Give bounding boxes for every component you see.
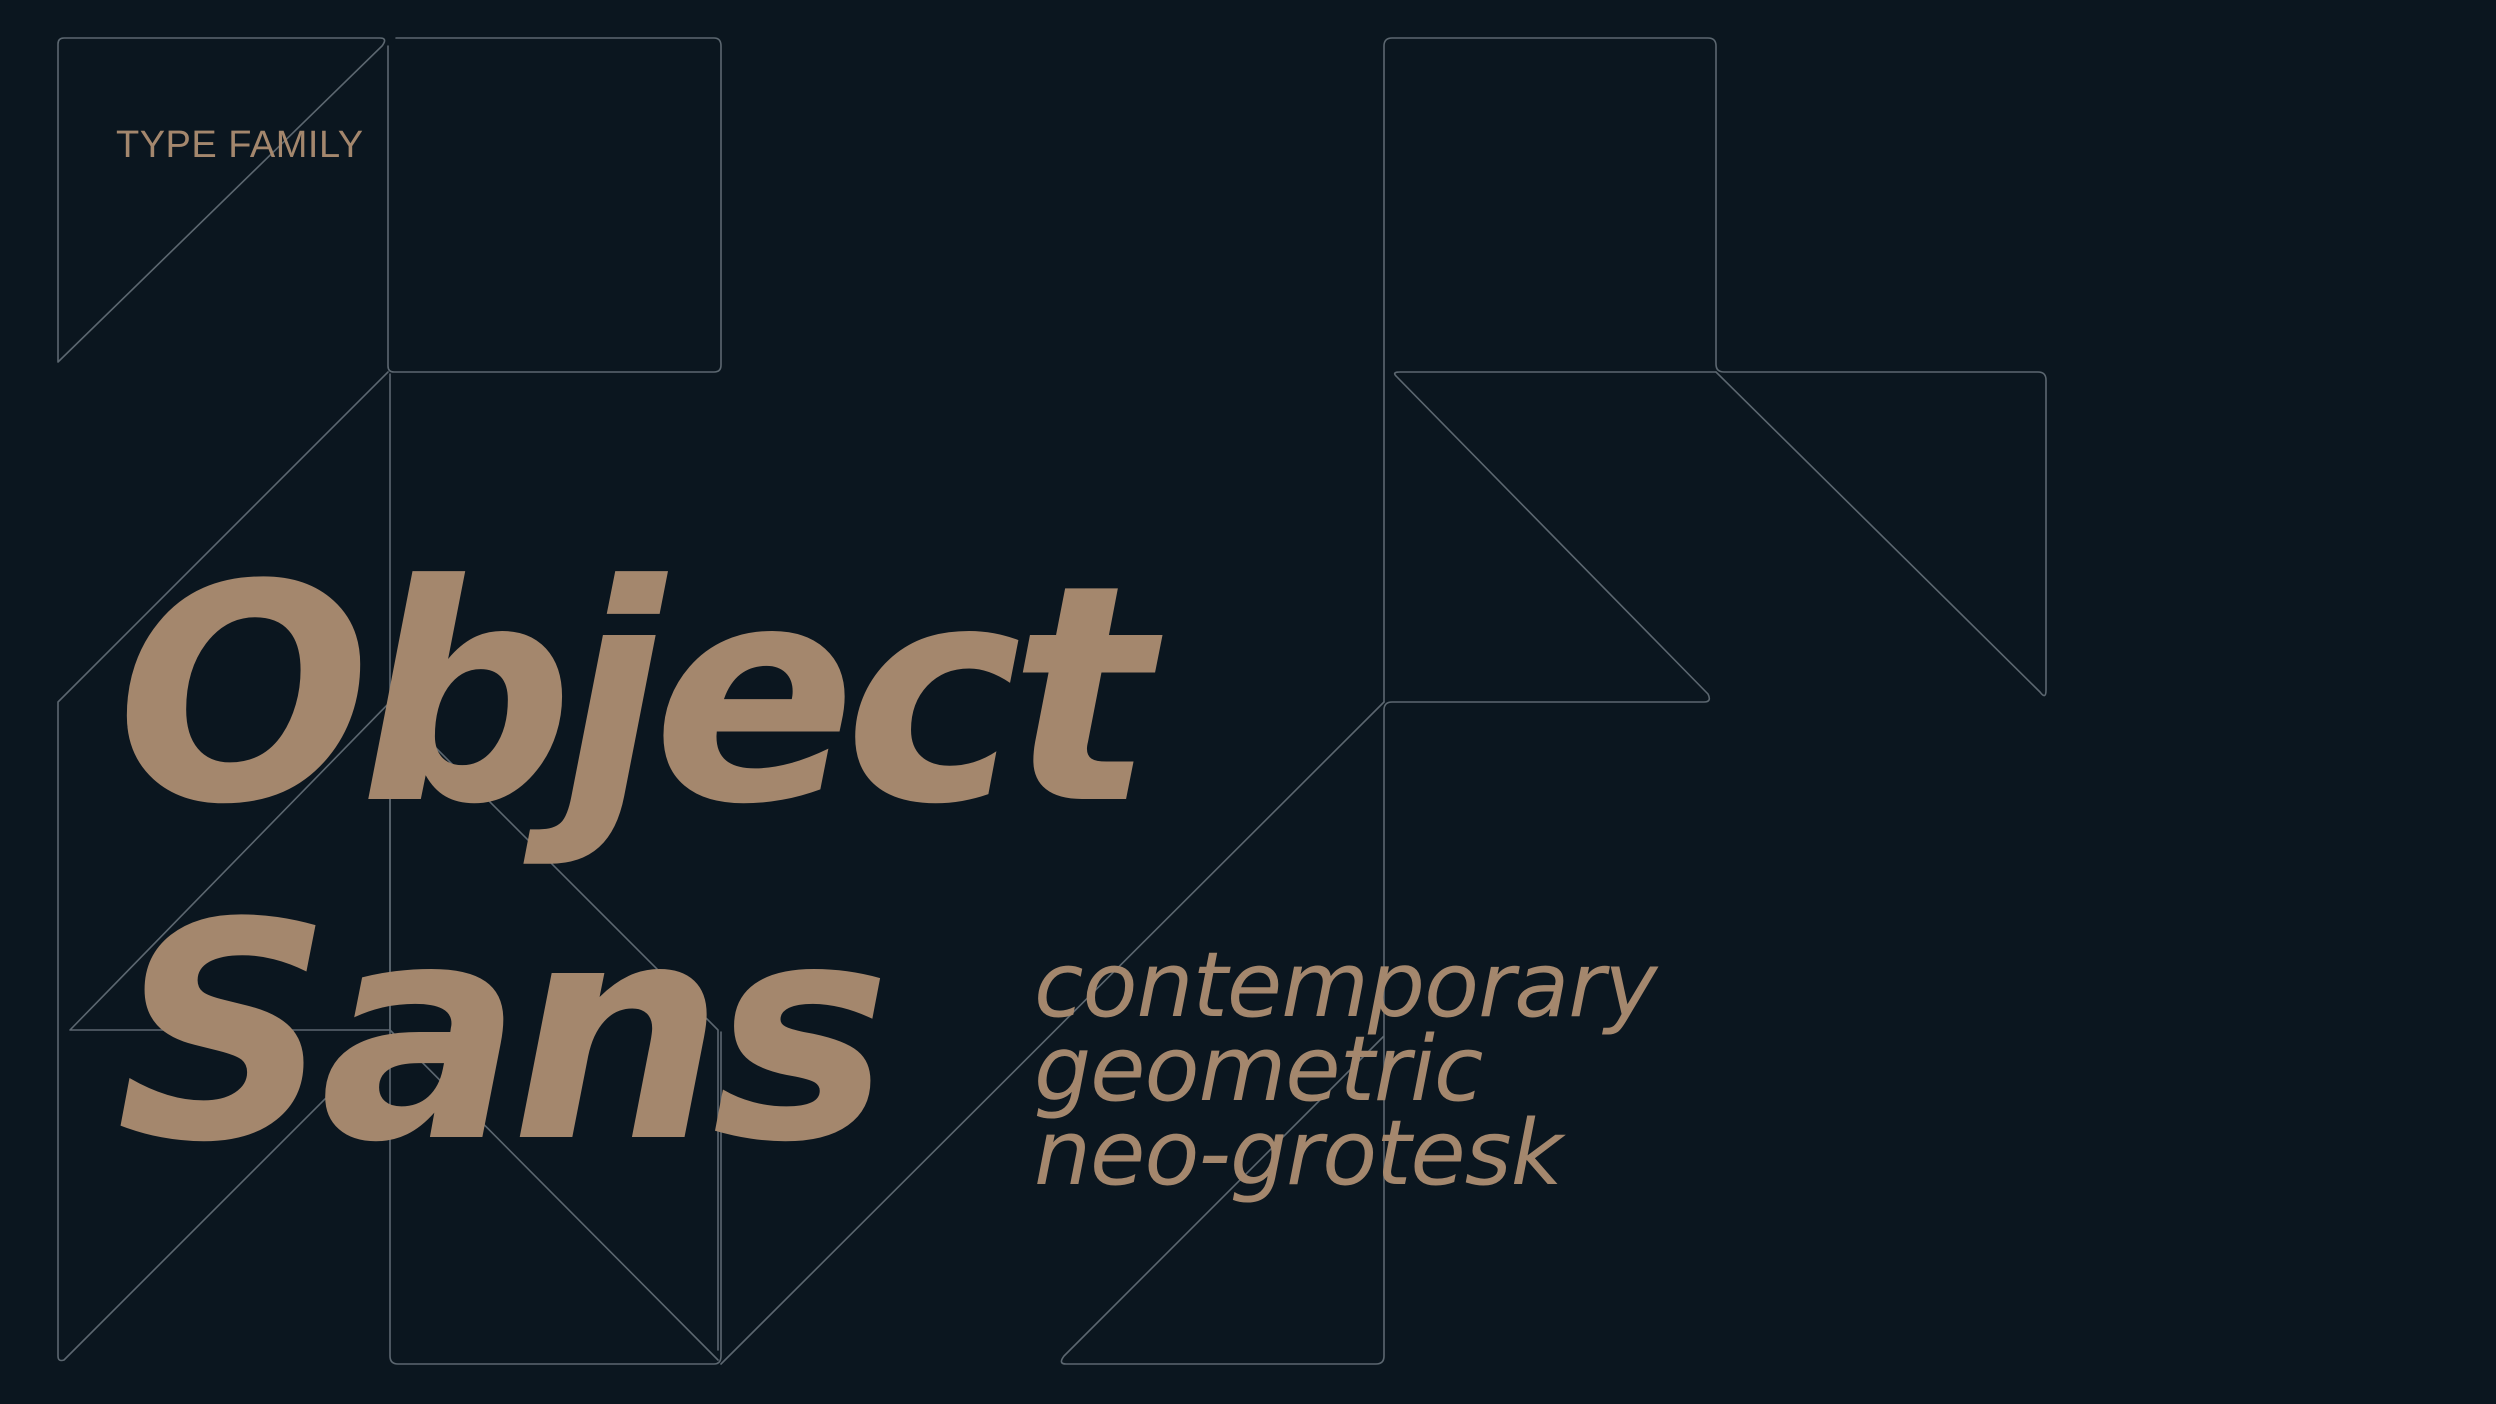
descriptor-neo-grotesk: neo-grotesk [1034, 1101, 1563, 1206]
outline-shape-top-left-triangle [57, 37, 386, 363]
font-name-line-2: Sans [116, 859, 891, 1208]
descriptor-contemporary: contemporary [1034, 933, 1658, 1038]
type-family-label: TYPE FAMILY [116, 124, 364, 166]
descriptor-geometric: geometric [1034, 1017, 1483, 1122]
font-descriptor-list: contemporary geometric neo-grotesk [1034, 933, 1658, 1206]
poster-canvas: TYPE FAMILY Object Sans contemporary geo… [0, 0, 2496, 1404]
outline-shape-right-column [1383, 37, 2047, 703]
outline-shape-right-triangle [1060, 371, 1717, 1365]
font-name-line-1: Object [116, 521, 1153, 870]
outline-shape-top-left-square [387, 37, 722, 373]
